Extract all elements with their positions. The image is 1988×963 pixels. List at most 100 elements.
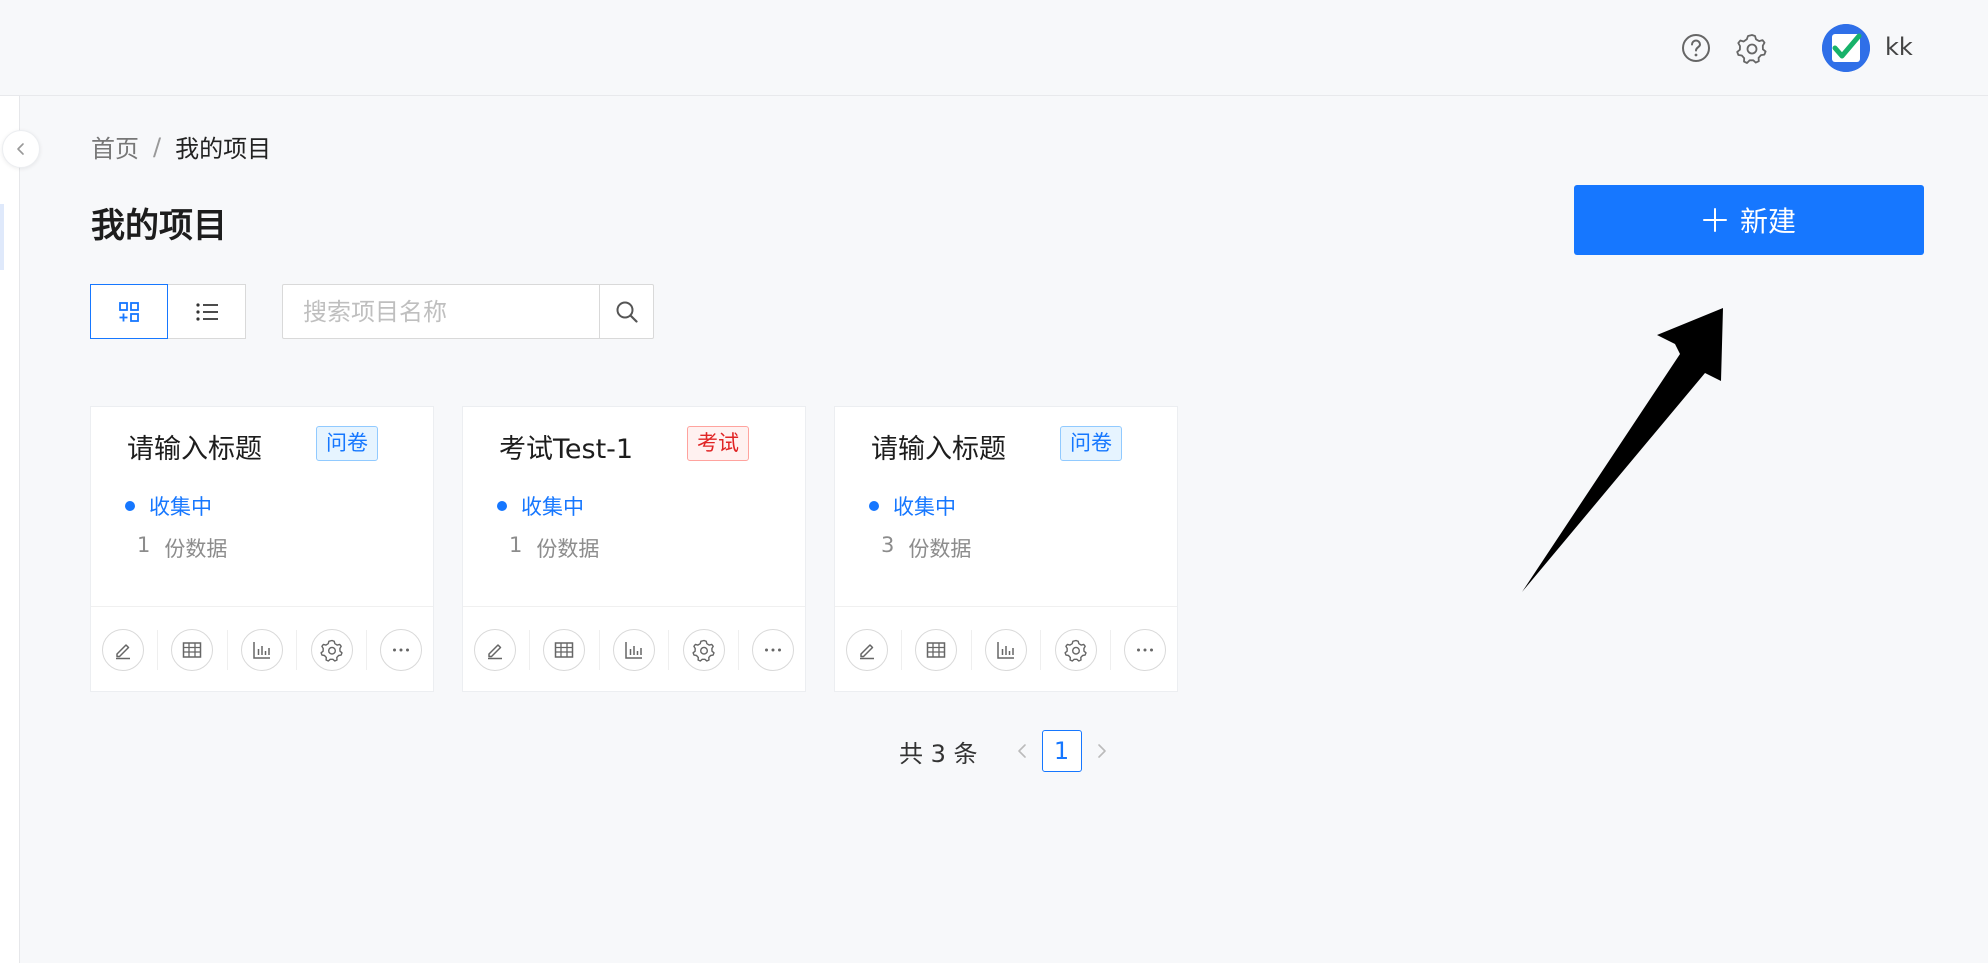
edit-button[interactable] [845, 628, 888, 671]
card-type-tag: 考试 [687, 426, 749, 461]
chevron-left-icon [17, 143, 24, 155]
chart-icon [253, 641, 270, 659]
new-project-button[interactable]: 新建 [1574, 185, 1924, 255]
count-value: 3 [881, 533, 895, 557]
card-count: 3 份数据 [881, 533, 971, 563]
sidebar-collapse-button[interactable] [2, 130, 40, 168]
data-table-button[interactable] [543, 628, 586, 671]
edit-icon [859, 643, 874, 659]
status-dot [869, 501, 879, 511]
count-unit: 份数据 [164, 537, 228, 561]
action-divider [900, 629, 902, 670]
status-dot [497, 501, 507, 511]
card-status: 收集中 [869, 491, 956, 521]
card-status: 收集中 [497, 491, 584, 521]
edit-button[interactable] [101, 628, 144, 671]
table-icon [183, 641, 202, 658]
action-divider [296, 629, 298, 670]
data-table-button[interactable] [915, 628, 958, 671]
search-button[interactable] [599, 285, 653, 338]
page-number[interactable]: 1 [1041, 730, 1082, 772]
card-title: 请输入标题 [127, 434, 262, 465]
edit-button[interactable] [473, 628, 516, 671]
status-text: 收集中 [149, 495, 212, 519]
statistics-button[interactable] [240, 628, 283, 671]
chevron-left-icon [1017, 744, 1026, 758]
action-divider [156, 629, 158, 670]
action-divider [365, 629, 367, 670]
settings-button[interactable] [1054, 628, 1097, 671]
grid-icon [119, 301, 139, 322]
action-divider [970, 629, 972, 670]
card-status: 收集中 [125, 491, 212, 521]
edit-icon [115, 643, 130, 659]
search-icon [616, 301, 638, 323]
statistics-button[interactable] [612, 628, 655, 671]
more-icon [393, 648, 410, 651]
chart-icon [625, 641, 642, 659]
annotation-arrow [1522, 308, 1723, 592]
settings-button[interactable] [682, 628, 725, 671]
card-type-tag: 问卷 [1060, 426, 1122, 461]
card-title: 考试Test-1 [499, 434, 634, 465]
count-unit: 份数据 [908, 537, 972, 561]
table-icon [555, 641, 574, 658]
breadcrumb-current: 我的项目 [175, 135, 272, 163]
sidebar-active-indicator [0, 204, 4, 270]
page-title: 我的项目 [91, 206, 227, 246]
pagination-total: 共 3 条 [899, 739, 978, 768]
pagination: 共 3 条 1 [899, 730, 1122, 772]
count-value: 1 [509, 533, 523, 557]
card-actions [91, 606, 433, 692]
card-title: 请输入标题 [871, 434, 1006, 465]
project-card[interactable]: 请输入标题 问卷 收集中 3 份数据 [834, 406, 1178, 692]
card-actions [835, 606, 1177, 692]
count-value: 1 [137, 533, 151, 557]
statistics-button[interactable] [984, 628, 1027, 671]
gear-icon [692, 639, 715, 662]
prev-page-button[interactable] [1002, 730, 1042, 772]
chevron-right-icon [1097, 744, 1106, 758]
new-button-label: 新建 [1739, 205, 1796, 238]
more-button[interactable] [1124, 628, 1167, 671]
next-page-button[interactable] [1082, 730, 1122, 772]
action-divider [1109, 629, 1111, 670]
grid-view-button[interactable] [90, 284, 168, 339]
breadcrumb: 首页 / 我的项目 [91, 129, 271, 164]
count-unit: 份数据 [536, 537, 600, 561]
more-button[interactable] [380, 628, 423, 671]
project-card[interactable]: 考试Test-1 考试 收集中 1 份数据 [462, 406, 806, 692]
status-text: 收集中 [893, 495, 956, 519]
view-toggle [90, 284, 246, 339]
project-card[interactable]: 请输入标题 问卷 收集中 1 份数据 [90, 406, 434, 692]
plus-icon [1702, 208, 1727, 232]
list-view-button[interactable] [168, 284, 246, 339]
action-divider [737, 629, 739, 670]
data-table-button[interactable] [171, 628, 214, 671]
card-count: 1 份数据 [509, 533, 599, 563]
action-divider [226, 629, 228, 670]
chart-icon [997, 641, 1014, 659]
action-divider [1040, 629, 1042, 670]
breadcrumb-separator: / [153, 132, 162, 161]
action-divider [528, 629, 530, 670]
gear-icon [1064, 639, 1087, 662]
card-actions [463, 606, 805, 692]
list-icon [195, 302, 218, 321]
action-divider [668, 629, 670, 670]
search-input[interactable] [283, 285, 599, 338]
help-icon[interactable] [1680, 32, 1712, 64]
edit-icon [487, 643, 502, 659]
username[interactable]: kk [1885, 33, 1913, 61]
more-icon [1137, 648, 1154, 651]
more-button[interactable] [752, 628, 795, 671]
action-divider [598, 629, 600, 670]
top-bar: kk [0, 0, 1988, 96]
search-box [282, 284, 654, 339]
breadcrumb-home[interactable]: 首页 [91, 129, 139, 164]
avatar[interactable] [1822, 24, 1870, 72]
settings-icon[interactable] [1736, 32, 1768, 64]
card-count: 1 份数据 [137, 533, 227, 563]
status-dot [125, 501, 135, 511]
settings-button[interactable] [310, 628, 353, 671]
